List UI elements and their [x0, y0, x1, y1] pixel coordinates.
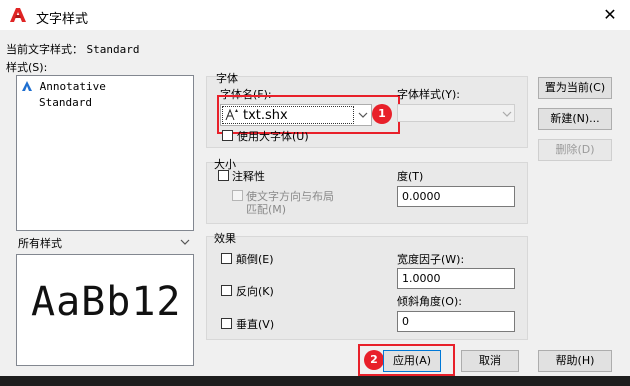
font-group-label: 字体 — [216, 72, 238, 85]
dialog-title: 文字样式 — [36, 12, 89, 27]
annotative-label: 注释性 — [232, 170, 265, 183]
styles-list[interactable]: Annotative Standard — [16, 75, 194, 231]
new-button[interactable]: 新建(N)... — [538, 108, 612, 130]
width-factor-input[interactable]: 1.0000 — [397, 268, 515, 289]
apply-button[interactable]: 应用(A) — [383, 350, 441, 372]
height-label: 度(T) — [397, 170, 424, 183]
use-big-font-checkbox[interactable] — [222, 130, 233, 141]
title-bar — [0, 0, 630, 30]
oblique-angle-label: 倾斜角度(O): — [397, 295, 462, 308]
use-big-font-label: 使用大字体(U) — [237, 130, 309, 143]
step-badge-1: 1 — [372, 104, 392, 124]
vertical-label: 垂直(V) — [236, 318, 275, 331]
effects-group-label: 效果 — [214, 232, 236, 245]
height-input[interactable]: 0.0000 — [397, 186, 515, 207]
annotative-checkbox[interactable] — [218, 170, 229, 181]
styles-label: 样式(S): — [6, 61, 48, 74]
preview-text: AaBb12 — [31, 279, 182, 325]
current-style-caption: 当前文字样式： — [6, 43, 83, 56]
delete-button[interactable]: 删除(D) — [538, 139, 612, 161]
upside-down-checkbox[interactable] — [221, 253, 232, 264]
upside-down-label: 颠倒(E) — [236, 253, 274, 266]
backwards-checkbox[interactable] — [221, 285, 232, 296]
list-item[interactable]: Annotative — [21, 79, 106, 94]
chevron-down-icon — [502, 111, 512, 117]
styles-filter-value: 所有样式 — [18, 237, 62, 250]
help-button[interactable]: 帮助(H) — [538, 350, 612, 372]
style-name: Standard — [39, 96, 92, 109]
styles-filter-dropdown[interactable]: 所有样式 — [16, 233, 194, 251]
style-name: Annotative — [39, 80, 106, 93]
backwards-label: 反向(K) — [236, 285, 274, 298]
vertical-checkbox[interactable] — [221, 318, 232, 329]
chevron-down-icon — [180, 239, 190, 245]
close-icon[interactable]: ✕ — [600, 6, 620, 24]
width-factor-label: 宽度因子(W): — [397, 253, 465, 266]
list-item[interactable]: Standard — [39, 95, 92, 110]
current-style-value: Standard — [86, 43, 140, 56]
step-badge-2: 2 — [364, 350, 384, 370]
current-style-label: 当前文字样式： Standard — [6, 41, 139, 57]
font-style-dropdown[interactable] — [397, 104, 515, 122]
cancel-button[interactable]: 取消 — [461, 350, 519, 372]
font-dropdown-shadow — [206, 146, 408, 166]
autocad-logo-icon — [9, 7, 27, 23]
preview-box: AaBb12 — [16, 254, 194, 366]
set-current-button[interactable]: 置为当前(C) — [538, 77, 612, 99]
match-orientation-label-2: 匹配(M) — [246, 203, 287, 216]
font-style-label: 字体样式(Y): — [397, 88, 461, 101]
oblique-angle-input[interactable]: 0 — [397, 311, 515, 332]
annotative-icon — [21, 80, 33, 92]
match-orientation-checkbox[interactable] — [232, 190, 243, 201]
